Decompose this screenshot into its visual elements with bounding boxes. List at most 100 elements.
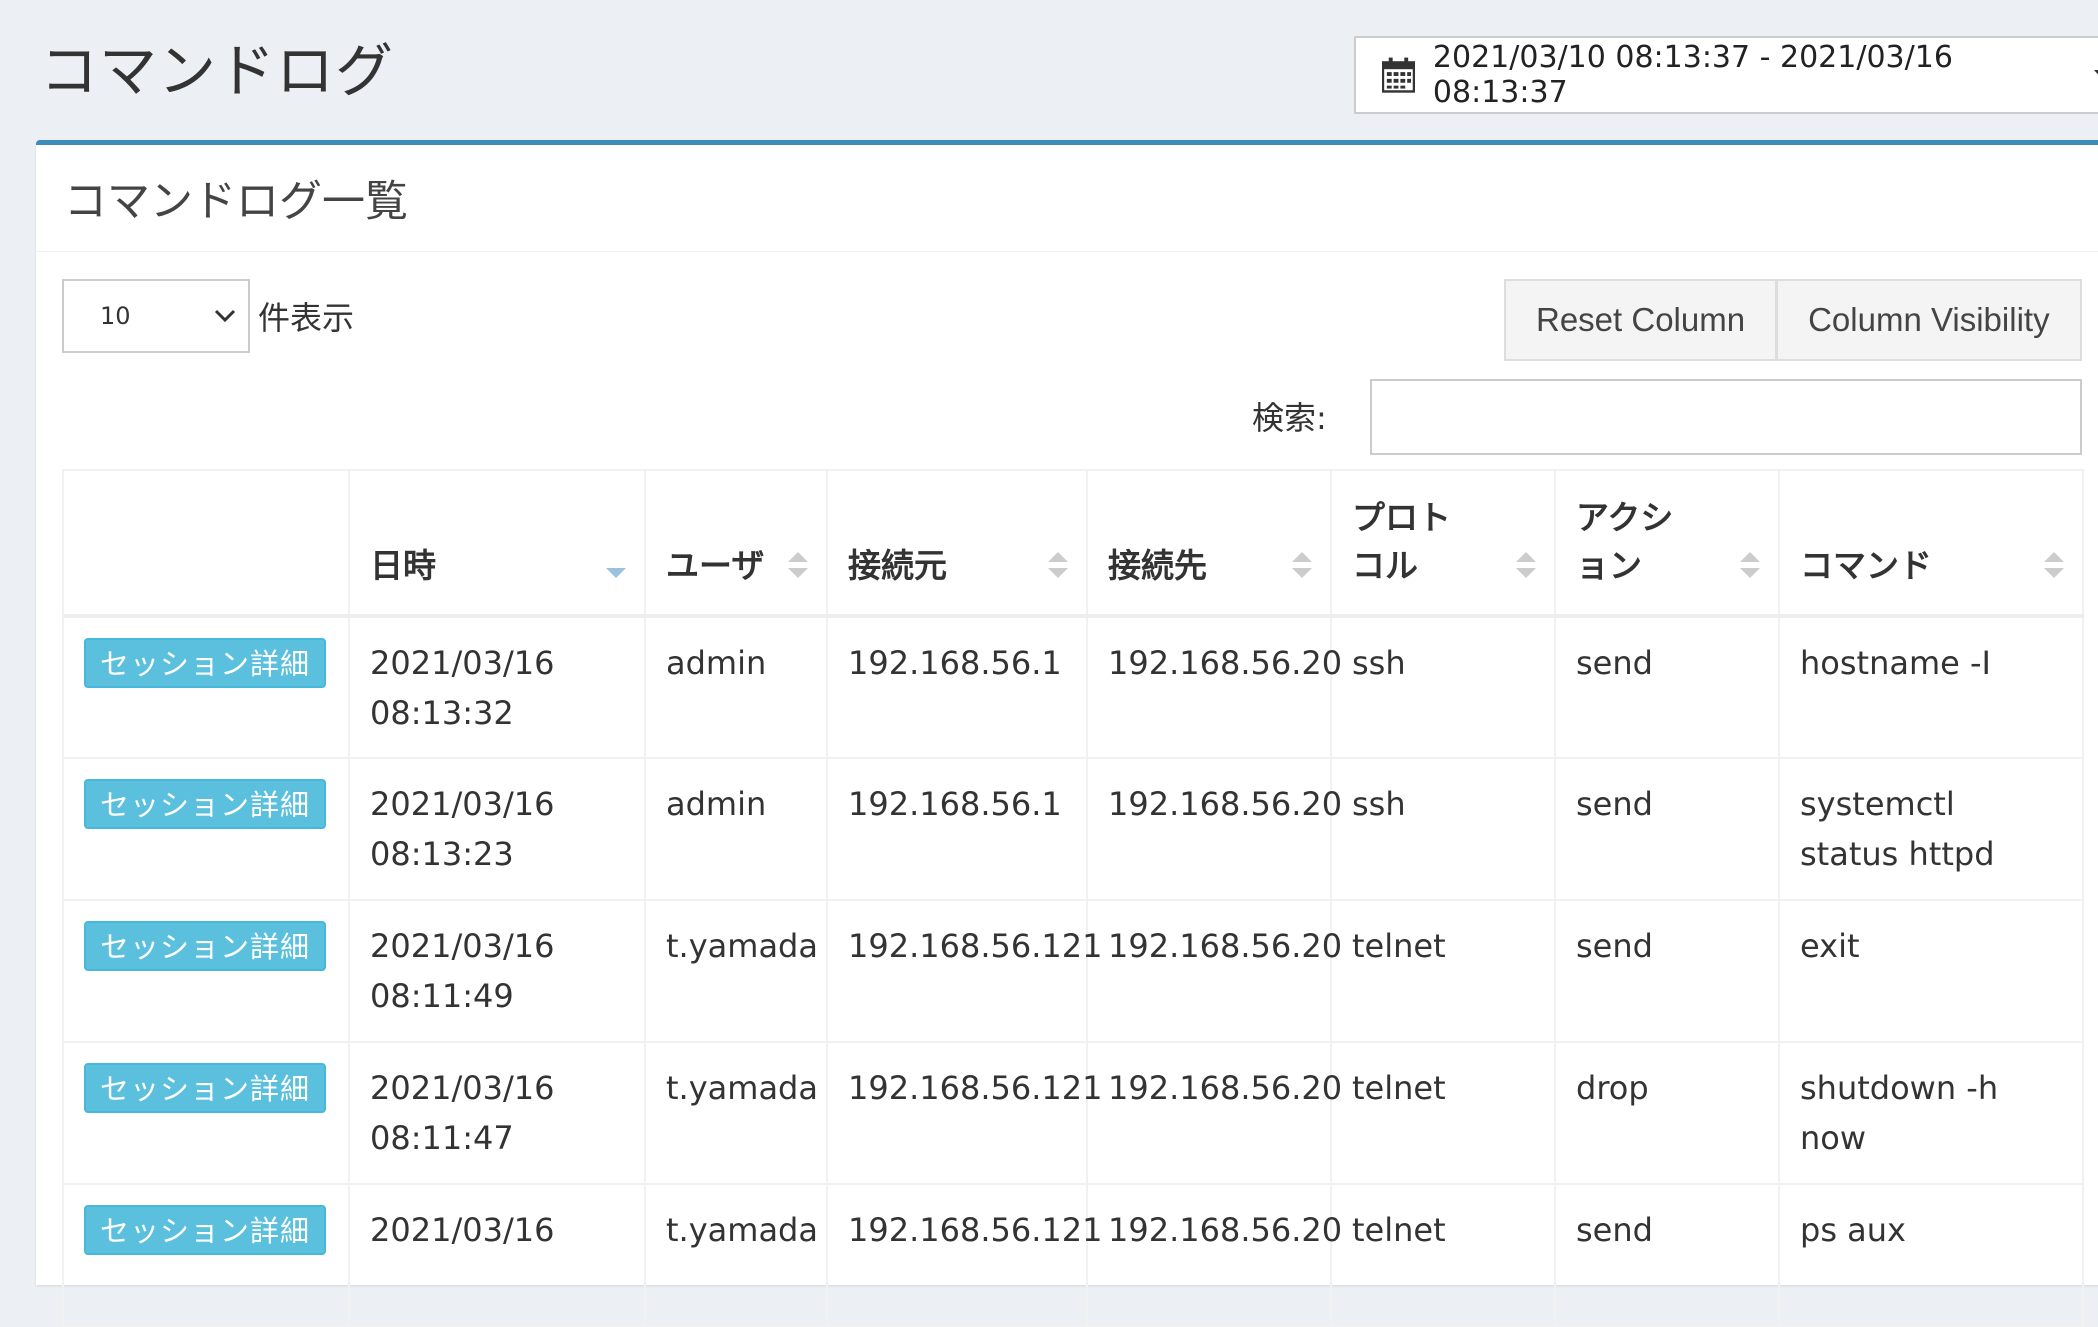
datetime-cell: 2021/03/16 — [348, 1183, 646, 1327]
destination-cell: 192.168.56.20 — [1086, 1041, 1342, 1185]
search-label: 検索: — [1252, 399, 1327, 437]
header-label: 日時 — [370, 546, 436, 585]
destination-cell: 192.168.56.20 — [1086, 1183, 1342, 1327]
datetime-cell: 2021/03/16 08:13:32 — [348, 615, 646, 759]
session-detail-button[interactable]: セッション詳細 — [84, 779, 327, 829]
header-label: ユーザ — [666, 546, 765, 585]
header-actions — [62, 469, 350, 618]
action-type-cell: send — [1554, 1183, 1780, 1327]
source-cell: 192.168.56.121 — [826, 1183, 1102, 1327]
action-cell: セッション詳細 — [62, 615, 350, 759]
chevron-down-icon — [214, 309, 236, 323]
session-detail-button[interactable]: セッション詳細 — [84, 638, 327, 688]
time-text: 08:11:49 — [370, 977, 514, 1015]
protocol-cell: ssh — [1330, 757, 1556, 901]
sort-icon — [2044, 552, 2064, 578]
table-row: セッション詳細 2021/03/16 t.yamada 192.168.56.1… — [62, 1183, 2084, 1327]
datetime-cell: 2021/03/16 08:13:23 — [348, 757, 646, 901]
date-range-picker[interactable]: 2021/03/10 08:13:37 - 2021/03/16 08:13:3… — [1354, 36, 2098, 114]
header-protocol[interactable]: プロトコル — [1330, 469, 1556, 618]
command-cell: systemctl status httpd — [1778, 757, 2084, 901]
user-cell: admin — [644, 757, 828, 901]
date-text: 2021/03/16 — [370, 927, 555, 965]
page-title: コマンドログ — [40, 37, 395, 105]
header-label: プロトコル — [1352, 498, 1451, 585]
column-visibility-button[interactable]: Column Visibility — [1777, 279, 2082, 361]
header-datetime[interactable]: 日時 — [348, 469, 646, 618]
protocol-cell: telnet — [1330, 899, 1556, 1043]
destination-cell: 192.168.56.20 — [1086, 615, 1342, 759]
user-cell: t.yamada — [644, 899, 828, 1043]
sort-icon — [788, 552, 808, 578]
action-cell: セッション詳細 — [62, 899, 350, 1043]
datetime-cell: 2021/03/16 08:11:47 — [348, 1041, 646, 1185]
sort-icon — [1740, 552, 1760, 578]
action-type-cell: send — [1554, 757, 1780, 901]
datetime-cell: 2021/03/16 08:11:49 — [348, 899, 646, 1043]
page-length-select[interactable]: 10 — [62, 279, 250, 353]
date-text: 2021/03/16 — [370, 785, 555, 823]
destination-cell: 192.168.56.20 — [1086, 899, 1342, 1043]
table-row: セッション詳細 2021/03/16 08:13:32 admin 192.168… — [62, 615, 2084, 759]
sort-icon — [1048, 552, 1068, 578]
date-text: 2021/03/16 — [370, 1211, 555, 1249]
table-row: セッション詳細 2021/03/16 08:11:49 t.yamada 192.… — [62, 899, 2084, 1043]
table-row: セッション詳細 2021/03/16 08:11:47 t.yamada 192.… — [62, 1041, 2084, 1185]
user-cell: t.yamada — [644, 1041, 828, 1185]
action-cell: セッション詳細 — [62, 1041, 350, 1185]
session-detail-button[interactable]: セッション詳細 — [84, 921, 327, 971]
header-action[interactable]: アクション — [1554, 469, 1780, 618]
session-detail-button[interactable]: セッション詳細 — [84, 1205, 327, 1255]
date-range-text: 2021/03/10 08:13:37 - 2021/03/16 08:13:3… — [1432, 40, 1953, 110]
page-length-label: 件表示 — [258, 299, 355, 337]
sort-icon — [1292, 552, 1312, 578]
table-row: セッション詳細 2021/03/16 08:13:23 admin 192.168… — [62, 757, 2084, 901]
header-label: 接続元 — [848, 546, 947, 585]
action-cell: セッション詳細 — [62, 757, 350, 901]
reset-column-button[interactable]: Reset Column — [1504, 279, 1778, 361]
sort-icon — [1516, 552, 1536, 578]
date-text: 2021/03/16 — [370, 644, 555, 682]
header-label: 接続先 — [1108, 546, 1207, 585]
header-command[interactable]: コマンド — [1778, 469, 2084, 618]
header-label: アクション — [1576, 498, 1674, 585]
page-length-value: 10 — [100, 302, 131, 330]
column-button-group: Reset Column Column Visibility — [1504, 279, 2082, 361]
source-cell: 192.168.56.1 — [826, 757, 1088, 901]
date-text: 2021/03/16 — [370, 1069, 555, 1107]
source-cell: 192.168.56.121 — [826, 1041, 1102, 1185]
command-cell: shutdown -h now — [1778, 1041, 2084, 1185]
page-length-control: 10 件表示 — [62, 279, 354, 353]
time-text: 08:13:32 — [370, 694, 514, 732]
action-type-cell: send — [1554, 615, 1780, 759]
session-detail-button[interactable]: セッション詳細 — [84, 1063, 327, 1113]
sort-desc-icon — [606, 568, 626, 578]
time-text: 08:11:47 — [370, 1119, 514, 1157]
action-cell: セッション詳細 — [62, 1183, 350, 1327]
command-cell: ps aux — [1778, 1183, 2084, 1327]
command-log-box: コマンドログ一覧 10 件表示 Reset Column Column Visi… — [36, 140, 2098, 1327]
header-user[interactable]: ユーザ — [644, 469, 828, 618]
protocol-cell: telnet — [1330, 1041, 1556, 1185]
source-cell: 192.168.56.1 — [826, 615, 1088, 759]
user-cell: admin — [644, 615, 828, 759]
table-header-row: 日時 ユーザ 接続元 接続先 プロトコル アクション コマンド — [62, 469, 2084, 618]
action-type-cell: send — [1554, 899, 1780, 1043]
destination-cell: 192.168.56.20 — [1086, 757, 1342, 901]
source-cell: 192.168.56.121 — [826, 899, 1102, 1043]
command-cell: hostname -I — [1778, 615, 2084, 759]
command-log-table: 日時 ユーザ 接続元 接続先 プロトコル アクション コマンド セッション詳細 … — [62, 469, 2084, 1327]
box-title: コマンドログ一覧 — [64, 177, 408, 227]
header-source[interactable]: 接続元 — [826, 469, 1088, 618]
header-destination[interactable]: 接続先 — [1086, 469, 1332, 618]
protocol-cell: ssh — [1330, 615, 1556, 759]
header-label: コマンド — [1800, 546, 1932, 585]
user-cell: t.yamada — [644, 1183, 828, 1327]
caret-down-icon — [2094, 70, 2098, 80]
calendar-icon — [1382, 57, 1415, 93]
time-text: 08:13:23 — [370, 835, 514, 873]
search-input[interactable] — [1370, 379, 2082, 455]
command-cell: exit — [1778, 899, 2084, 1043]
box-header: コマンドログ一覧 — [36, 145, 2098, 252]
action-type-cell: drop — [1554, 1041, 1780, 1185]
